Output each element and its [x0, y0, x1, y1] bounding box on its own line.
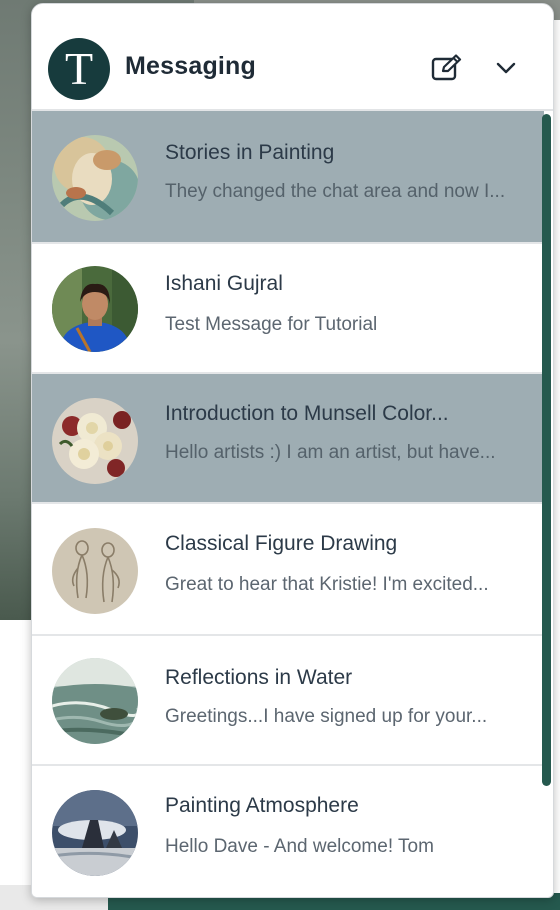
- conversation-item-ishani-gujral[interactable]: Ishani Gujral Test Message for Tutorial: [32, 244, 544, 374]
- conversation-preview: Great to hear that Kristie! I'm excited.…: [165, 574, 489, 595]
- messaging-panel: T Messaging Stories in Painting They cha…: [31, 3, 554, 898]
- messaging-title: Messaging: [125, 52, 256, 80]
- conversation-preview: They changed the chat area and now I...: [165, 181, 506, 202]
- conversation-name: Introduction to Munsell Color...: [165, 402, 449, 425]
- avatar: [52, 398, 138, 484]
- collapse-panel-button[interactable]: [492, 54, 520, 82]
- messaging-header[interactable]: T Messaging: [32, 4, 553, 111]
- conversation-name: Ishani Gujral: [165, 272, 283, 295]
- conversation-name: Stories in Painting: [165, 141, 335, 164]
- conversation-list[interactable]: Stories in Painting They changed the cha…: [32, 111, 544, 897]
- conversation-preview: Greetings...I have signed up for your...: [165, 706, 488, 727]
- avatar: [52, 658, 138, 744]
- conversation-list-scrollbar[interactable]: [542, 114, 551, 786]
- conversation-preview: Hello artists :) I am an artist, but hav…: [165, 442, 496, 463]
- conversation-item-stories-in-painting[interactable]: Stories in Painting They changed the cha…: [32, 111, 544, 244]
- conversation-item-classical-figure-drawing[interactable]: Classical Figure Drawing Great to hear t…: [32, 504, 544, 636]
- avatar: [52, 790, 138, 876]
- conversation-preview: Test Message for Tutorial: [165, 314, 378, 335]
- avatar: [52, 528, 138, 614]
- conversation-preview: Hello Dave - And welcome! Tom: [165, 836, 434, 857]
- avatar: [52, 135, 138, 221]
- conversation-name: Classical Figure Drawing: [165, 532, 398, 555]
- conversation-item-reflections-in-water[interactable]: Reflections in Water Greetings...I have …: [32, 636, 544, 766]
- compose-icon: [431, 54, 462, 81]
- conversation-item-painting-atmosphere[interactable]: Painting Atmosphere Hello Dave - And wel…: [32, 766, 544, 897]
- compose-message-button[interactable]: [430, 52, 464, 84]
- conversation-name: Painting Atmosphere: [165, 794, 359, 817]
- site-logo: T: [48, 38, 110, 100]
- logo-letter: T: [64, 43, 94, 94]
- conversation-name: Reflections in Water: [165, 666, 353, 689]
- chevron-down-icon: [496, 62, 516, 74]
- avatar: [52, 266, 138, 352]
- conversation-item-munsell-color[interactable]: Introduction to Munsell Color... Hello a…: [32, 374, 544, 504]
